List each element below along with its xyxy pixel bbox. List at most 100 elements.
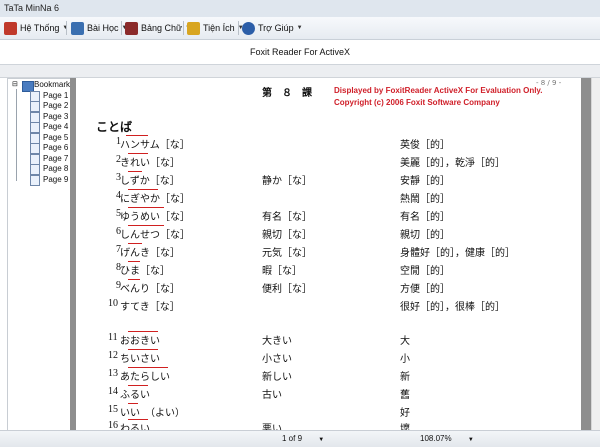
- menu-label: Hệ Thống: [20, 23, 60, 33]
- row-kanji: 親切［な］: [262, 230, 312, 241]
- row-meaning: 方便［的］: [400, 284, 450, 295]
- row-reading: しんせつ［な］: [120, 230, 190, 241]
- row-meaning: 新: [400, 372, 410, 383]
- foxit-toolbar: [0, 65, 600, 78]
- row-number: 12: [108, 350, 118, 361]
- bookmark-page-9[interactable]: Page 9: [43, 175, 68, 184]
- row-reading: ちいさい: [120, 354, 160, 365]
- bookmark-page-3[interactable]: Page 3: [43, 112, 68, 121]
- row-number: 11: [108, 332, 118, 343]
- row-kanji: 静か［な］: [262, 176, 312, 187]
- menu-bar: Hệ Thống ▼ Bài Học ▼ Bảng Chữ ▼ Tiện Ích…: [0, 17, 600, 40]
- chevron-down-icon: ▼: [318, 437, 325, 443]
- row-meaning: 空閒［的］: [400, 266, 450, 277]
- menu-separator: [238, 21, 239, 35]
- row-reading: ふるい: [120, 390, 150, 401]
- help-icon: [242, 21, 255, 35]
- chevron-down-icon: ▼: [467, 437, 474, 443]
- bookmark-page-7[interactable]: Page 7: [43, 154, 68, 163]
- home-icon: [4, 21, 17, 35]
- book-icon: [125, 21, 138, 35]
- title-bar: TaTa MinNa 6: [0, 0, 600, 18]
- zoom-selector[interactable]: 108.07% ▼: [420, 432, 474, 445]
- page-icon: [30, 164, 40, 175]
- bookmarks-root[interactable]: Bookmarks: [34, 80, 70, 89]
- row-meaning: 美麗［的］，乾淨［的］: [400, 158, 505, 169]
- row-meaning: 好: [400, 408, 410, 419]
- accent-mark: [128, 207, 164, 208]
- row-reading: べんり［な］: [120, 284, 180, 295]
- row-number: 15: [108, 404, 118, 415]
- row-meaning: 身體好［的］，健康［的］: [400, 248, 515, 259]
- row-reading: すてき［な］: [120, 302, 180, 313]
- row-reading: おおきい: [120, 336, 160, 347]
- bookmark-page-2[interactable]: Page 2: [43, 101, 68, 110]
- menu-he-thong[interactable]: Hệ Thống ▼: [4, 19, 68, 37]
- tree-line: [16, 89, 17, 181]
- row-meaning: 很好［的］，很棒［的］: [400, 302, 505, 313]
- section-title: ことば: [96, 120, 133, 134]
- page-indicator: - 8 / 9 -: [536, 79, 562, 87]
- row-meaning: 熱鬧［的］: [400, 194, 450, 205]
- menu-label: Tiện Ích: [203, 23, 235, 33]
- accent-mark: [128, 225, 164, 226]
- menu-tien-ich[interactable]: Tiện Ích ▼: [187, 19, 244, 37]
- row-kanji: 悪い: [262, 424, 282, 430]
- bookmark-page-6[interactable]: Page 6: [43, 143, 68, 152]
- row-kanji: 有名［な］: [262, 212, 312, 223]
- row-meaning: 壞: [400, 424, 410, 430]
- accent-mark: [128, 331, 158, 332]
- bookmark-page-8[interactable]: Page 8: [43, 164, 68, 173]
- page-icon: [30, 175, 40, 186]
- vertical-scrollbar[interactable]: [591, 78, 600, 430]
- menu-bang-chu[interactable]: Bảng Chữ ▼: [125, 19, 191, 37]
- foxit-title: Foxit Reader For ActiveX: [249, 47, 351, 57]
- bookmark-page-5[interactable]: Page 5: [43, 133, 68, 142]
- accent-mark: [128, 243, 142, 244]
- menu-label: Bảng Chữ: [141, 23, 183, 33]
- row-number: 14: [108, 386, 118, 397]
- menu-separator: [66, 21, 67, 35]
- page-selector[interactable]: 1 of 9 ▼: [282, 432, 324, 445]
- row-number: 13: [108, 368, 118, 379]
- row-number: 10: [108, 298, 118, 309]
- accent-mark: [128, 367, 168, 368]
- collapse-icon[interactable]: ⊟: [12, 80, 18, 88]
- row-kanji: 小さい: [262, 354, 292, 365]
- accent-mark: [128, 279, 140, 280]
- row-meaning: 大: [400, 336, 410, 347]
- menu-tro-giup[interactable]: Trợ Giúp ▼: [242, 19, 303, 37]
- bookmark-page-1[interactable]: Page 1: [43, 91, 68, 100]
- lesson-header: 第 ８ 課: [262, 88, 312, 99]
- row-kanji: 元気［な］: [262, 248, 312, 259]
- page-icon: [30, 122, 40, 133]
- row-meaning: 英俊［的］: [400, 140, 450, 151]
- row-kanji: 古い: [262, 390, 282, 401]
- menu-separator: [121, 21, 122, 35]
- row-reading: げんき［な］: [120, 248, 180, 259]
- accent-mark: [128, 349, 158, 350]
- row-meaning: 舊: [400, 390, 410, 401]
- menu-bai-hoc[interactable]: Bài Học ▼: [71, 19, 127, 37]
- accent-mark: [128, 403, 138, 404]
- tools-icon: [187, 21, 200, 35]
- accent-mark: [128, 261, 140, 262]
- accent-mark: [128, 385, 148, 386]
- page-icon: [30, 101, 40, 112]
- menu-separator: [183, 21, 184, 35]
- bookmark-page-4[interactable]: Page 4: [43, 122, 68, 131]
- row-meaning: 親切［的］: [400, 230, 450, 241]
- row-kanji: 新しい: [262, 372, 292, 383]
- page-selector-value: 1 of 9: [282, 434, 303, 443]
- foxit-title-bar: Foxit Reader For ActiveX: [0, 40, 600, 65]
- accent-mark: [128, 189, 158, 190]
- accent-mark: [128, 153, 148, 154]
- status-bar: 1 of 9 ▼ 108.07% ▼: [0, 430, 600, 447]
- zoom-selector-value: 108.07%: [420, 434, 452, 443]
- row-reading: ゆうめい［な］: [120, 212, 190, 223]
- pdf-page: 第 ８ 課 Displayed by FoxitReader ActiveX F…: [76, 78, 581, 430]
- row-meaning: 小: [400, 354, 410, 365]
- row-kanji: 便利［な］: [262, 284, 312, 295]
- row-kanji: 暇［な］: [262, 266, 302, 277]
- row-reading: ひま［な］: [120, 266, 170, 277]
